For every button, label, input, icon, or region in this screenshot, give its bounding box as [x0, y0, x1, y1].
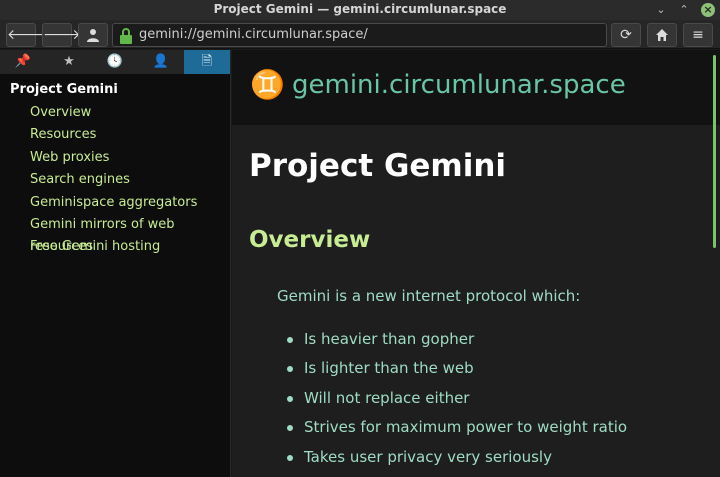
gemini-symbol-icon: ♊: [250, 68, 285, 101]
page-title: Project Gemini: [249, 148, 507, 184]
sidebar-tab-history[interactable]: 🕓: [92, 50, 138, 74]
list-item: Is lighter than the web: [287, 359, 627, 388]
reload-icon: ⟳: [620, 27, 632, 43]
list-item: Will not replace either: [287, 389, 627, 418]
bullet-dot-icon: [287, 454, 293, 461]
person-icon: 👤: [152, 54, 170, 69]
list-item: Takes user privacy very seriously: [287, 448, 627, 477]
list-item-text: Is lighter than the web: [304, 359, 474, 378]
toc-item[interactable]: Geminispace aggregators: [0, 192, 230, 214]
toc-heading[interactable]: Project Gemini: [0, 80, 230, 102]
list-item: Is heavier than gopher: [287, 330, 627, 359]
sidebar-tab-person[interactable]: 👤: [138, 50, 184, 74]
list-item-text: Is heavier than gopher: [304, 330, 475, 348]
home-button[interactable]: [647, 23, 677, 47]
close-icon[interactable]: ×: [701, 3, 715, 17]
toc-item[interactable]: Free Gemini hosting: [0, 236, 230, 258]
forward-button[interactable]: 🡒: [42, 23, 81, 47]
window-title: Project Gemini — gemini.circumlunar.spac…: [213, 2, 507, 16]
title-bar: Project Gemini — gemini.circumlunar.spac…: [0, 0, 720, 20]
list-item-text: Takes user privacy very seriously: [304, 447, 552, 466]
menu-button[interactable]: ≡: [683, 23, 713, 47]
bullet-dot-icon: [287, 337, 293, 343]
sidebar-tab-star[interactable]: ★: [46, 50, 92, 74]
toc-item[interactable]: Web proxies: [0, 147, 230, 169]
minimize-icon[interactable]: ⌄: [654, 3, 668, 17]
navigation-toolbar: 🡐 🡒 gemini://gemini.circumlunar.space/ ⟳…: [0, 20, 720, 49]
bullet-dot-icon: [287, 425, 293, 432]
bullet-dot-icon: [287, 395, 293, 402]
sidebar: 📌 ★ 🕓 👤 🗎 Project Gemini Overview Resources We…: [0, 50, 231, 477]
lock-icon: [119, 28, 133, 44]
identity-button[interactable]: [78, 23, 108, 47]
toc-item[interactable]: Resources: [0, 124, 230, 146]
pin-icon: 📌: [14, 54, 32, 69]
scrollbar-thumb[interactable]: [713, 55, 716, 248]
url-text[interactable]: gemini://gemini.circumlunar.space/: [139, 27, 368, 42]
reload-button[interactable]: ⟳: [611, 23, 641, 47]
site-banner: ♊ gemini.circumlunar.space: [232, 50, 720, 125]
list-item-text: Strives for maximum power to weight rati…: [304, 418, 628, 437]
list-item-text: Will not replace either: [304, 388, 470, 407]
hamburger-icon: ≡: [692, 27, 704, 43]
list-item: Strives for maximum power to weight rati…: [287, 418, 627, 447]
document-icon: 🗎: [201, 54, 213, 69]
bullet-dot-icon: [287, 366, 293, 373]
home-icon: [656, 29, 668, 41]
page-content: ♊ gemini.circumlunar.space Project Gemin…: [232, 50, 720, 477]
person-icon: [87, 29, 99, 42]
arrow-right-icon: 🡒: [43, 27, 81, 43]
toc-item[interactable]: Search engines: [0, 169, 230, 191]
back-button[interactable]: 🡐: [6, 23, 45, 47]
arrow-left-icon: 🡐: [7, 27, 45, 43]
sidebar-tab-pin[interactable]: 📌: [0, 50, 46, 74]
toc-item[interactable]: Overview: [0, 102, 230, 124]
toc-item[interactable]: Gemini mirrors of web resources: [0, 214, 230, 254]
sidebar-tab-document[interactable]: 🗎: [184, 50, 230, 74]
sidebar-tabs: 📌 ★ 🕓 👤 🗎: [0, 50, 231, 74]
table-of-contents: Project Gemini Overview Resources Web prox…: [0, 80, 230, 259]
star-icon: ★: [63, 54, 75, 69]
url-bar[interactable]: gemini://gemini.circumlunar.space/: [112, 23, 607, 47]
feature-list: Is heavier than gopher Is lighter than th…: [287, 330, 627, 477]
intro-paragraph: Gemini is a new internet protocol which:: [277, 287, 581, 305]
history-icon: 🕓: [106, 54, 124, 69]
maximize-icon[interactable]: ⌃: [677, 3, 691, 17]
banner-domain: gemini.circumlunar.space: [292, 70, 626, 100]
section-heading-overview: Overview: [249, 227, 371, 253]
